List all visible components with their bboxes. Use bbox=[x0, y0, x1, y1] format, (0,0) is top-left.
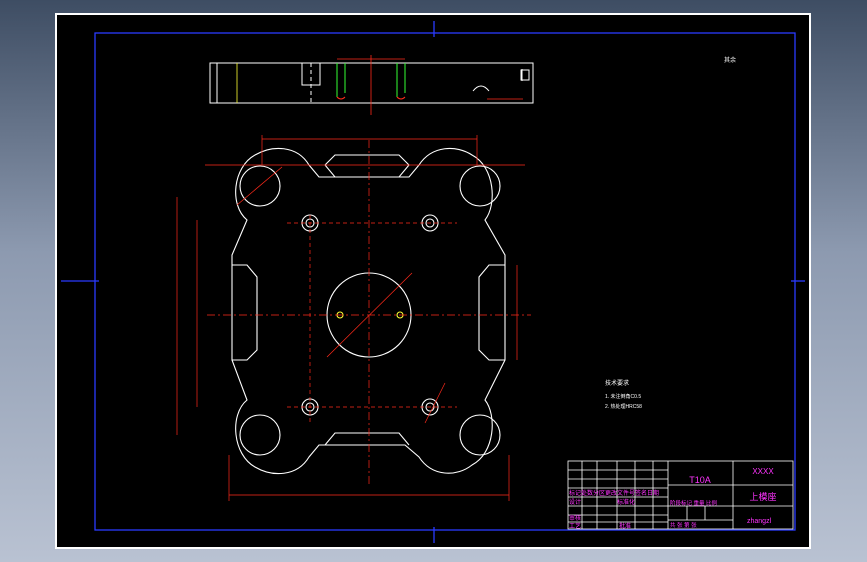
title-part-name: 上模座 bbox=[749, 491, 776, 502]
cad-drawing-canvas[interactable]: 其余 技术要求 1. 未注倒角C0.5 2. 热处理HRC58 T10A XXX… bbox=[57, 15, 809, 547]
drawing-viewport[interactable]: 其余 技术要求 1. 未注倒角C0.5 2. 热处理HRC58 T10A XXX… bbox=[55, 13, 811, 549]
title-material: T10A bbox=[689, 475, 711, 485]
frame-center-ticks bbox=[61, 21, 805, 543]
tech-req-line-1: 1. 未注倒角C0.5 bbox=[605, 393, 641, 400]
title-row-process: 工艺 bbox=[569, 522, 581, 530]
tech-req-line-2: 2. 热处理HRC58 bbox=[605, 403, 642, 410]
side-view bbox=[209, 62, 534, 104]
title-row-approve: 批准 bbox=[619, 522, 631, 530]
outer-frame bbox=[94, 32, 796, 531]
scale-note: 其余 bbox=[724, 56, 736, 64]
title-stage-marks: 阶段标记 重量 比例 bbox=[670, 499, 718, 507]
plan-centerlines bbox=[207, 140, 531, 485]
plan-dimensions bbox=[176, 135, 525, 501]
title-row-standard: 标准化 bbox=[617, 498, 635, 506]
title-drawing-no: XXXX bbox=[752, 467, 774, 476]
title-sheet-count: 共 张 第 张 bbox=[670, 521, 697, 529]
plan-view bbox=[231, 147, 506, 475]
title-row-design: 设计 bbox=[569, 498, 581, 506]
side-view-dims bbox=[236, 55, 523, 115]
title-author: zhangzl bbox=[747, 518, 772, 525]
tech-req-title: 技术要求 bbox=[605, 379, 629, 387]
title-row-revisions: 标记处数分区更改文件号签名日期 bbox=[569, 489, 659, 497]
title-row-review: 审核 bbox=[569, 514, 581, 522]
